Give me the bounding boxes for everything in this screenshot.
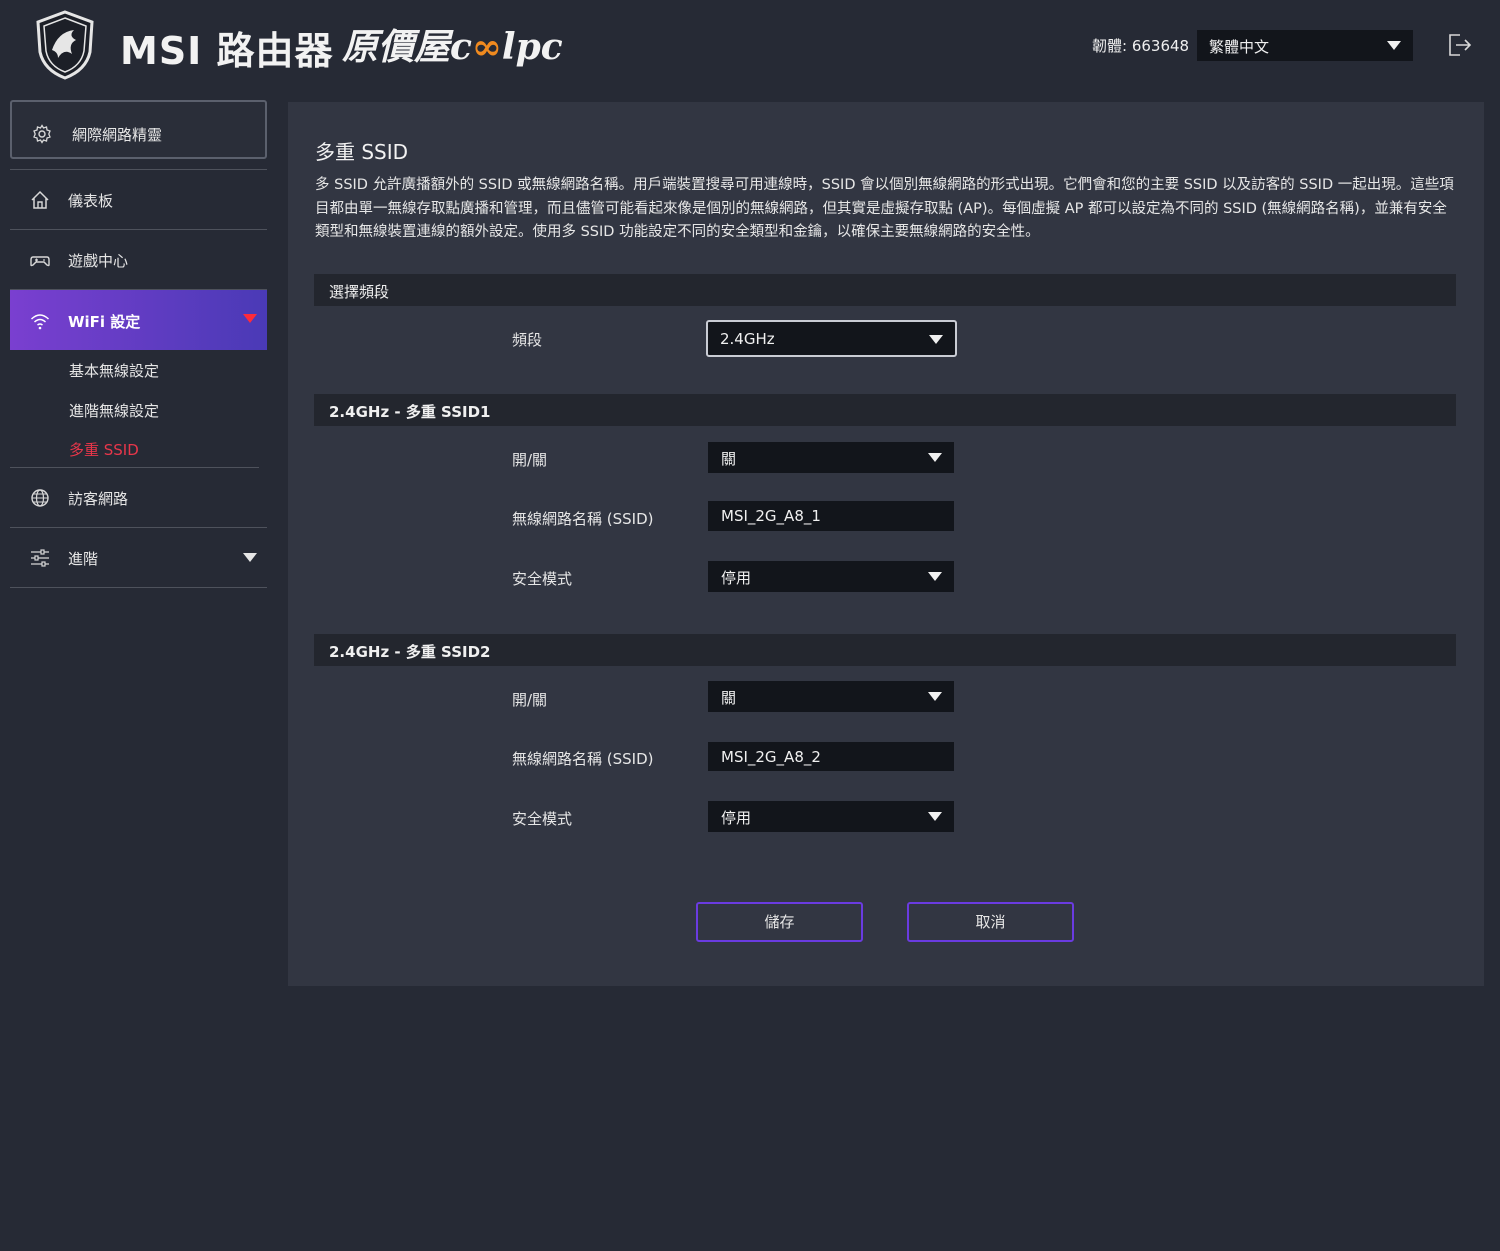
ssid2-security-select[interactable]: 停用: [708, 801, 954, 832]
subitem-advanced-wireless[interactable]: 進階無線設定: [69, 400, 159, 421]
page-title: 多重 SSID: [315, 140, 409, 164]
ssid2-onoff-value: 關: [721, 689, 737, 707]
sidebar-item-game-center[interactable]: 遊戲中心: [10, 231, 267, 289]
app-title: MSI 路由器: [120, 29, 334, 73]
home-icon: [31, 190, 49, 209]
ssid1-name-input[interactable]: MSI_2G_A8_1: [708, 501, 954, 531]
chevron-down-icon: [928, 453, 942, 462]
ssid1-section-header: 2.4GHz - 多重 SSID1: [314, 394, 1456, 426]
save-button[interactable]: 儲存: [696, 902, 863, 942]
top-header: MSI 路由器 原價屋c∞lpc 韌體: 663648 繁體中文: [0, 0, 1500, 95]
page-description: 多 SSID 允許廣播額外的 SSID 或無線網路名稱。用戶端裝置搜尋可用連線時…: [315, 177, 1454, 240]
sliders-icon: [31, 549, 49, 567]
infinity-icon: ∞: [471, 26, 502, 68]
globe-icon: [31, 489, 49, 507]
sidebar-item-dashboard[interactable]: 儀表板: [10, 171, 267, 229]
main-panel: 多重 SSID 多 SSID 允許廣播額外的 SSID 或無線網路名稱。用戶端裝…: [288, 102, 1484, 986]
divider: [10, 229, 267, 230]
band-select[interactable]: 2.4GHz: [706, 320, 957, 357]
subitem-multi-ssid[interactable]: 多重 SSID: [69, 439, 139, 460]
ssid2-name-label: 無線網路名稱 (SSID): [512, 750, 654, 768]
chevron-down-icon: [1387, 41, 1401, 50]
band-section-header: 選擇頻段: [314, 274, 1456, 306]
language-select[interactable]: 繁體中文: [1197, 30, 1413, 61]
ssid2-security-label: 安全模式: [512, 810, 573, 828]
ssid2-onoff-label: 開/關: [512, 691, 548, 709]
sidebar-item-label: 遊戲中心: [68, 252, 129, 270]
chevron-down-icon: [928, 692, 942, 701]
ssid1-onoff-value: 關: [721, 450, 737, 468]
ssid2-security-value: 停用: [721, 809, 752, 827]
gamepad-icon: [30, 256, 50, 267]
divider: [10, 169, 267, 170]
band-label: 頻段: [512, 331, 543, 349]
internet-wizard-button[interactable]: 網際網路精靈: [10, 100, 267, 159]
sidebar-item-label: WiFi 設定: [68, 313, 141, 331]
ssid1-onoff-label: 開/關: [512, 451, 548, 469]
ssid1-security-value: 停用: [721, 569, 752, 587]
ssid1-onoff-select[interactable]: 關: [708, 442, 954, 473]
ssid1-name-label: 無線網路名稱 (SSID): [512, 510, 654, 528]
firmware-version: 韌體: 663648: [1092, 37, 1190, 55]
chevron-down-icon: [928, 572, 942, 581]
coolpc-watermark: 原價屋c∞lpc: [342, 18, 563, 70]
sidebar-item-label: 儀表板: [68, 192, 114, 210]
watermark-right: lpc: [501, 26, 563, 68]
ssid2-section-header: 2.4GHz - 多重 SSID2: [314, 634, 1456, 666]
divider: [10, 527, 267, 528]
subitem-basic-wireless[interactable]: 基本無線設定: [69, 360, 159, 381]
caret-down-icon: [243, 553, 257, 562]
chevron-down-icon: [929, 335, 943, 344]
cancel-button[interactable]: 取消: [907, 902, 1074, 942]
logout-icon[interactable]: [1446, 32, 1472, 58]
watermark-left: 原價屋c: [342, 26, 472, 68]
ssid2-onoff-select[interactable]: 關: [708, 681, 954, 712]
wifi-icon: [30, 314, 50, 330]
chevron-down-icon: [928, 812, 942, 821]
divider: [10, 467, 259, 468]
band-value: 2.4GHz: [720, 330, 775, 348]
caret-down-icon: [243, 314, 257, 323]
sidebar-item-advanced[interactable]: 進階: [10, 529, 267, 587]
ssid1-security-select[interactable]: 停用: [708, 561, 954, 592]
language-value: 繁體中文: [1209, 38, 1270, 56]
sidebar-item-label: 進階: [68, 550, 99, 568]
sidebar-item-wifi-settings[interactable]: WiFi 設定: [10, 290, 267, 350]
msi-dragon-shield-logo: [36, 10, 94, 80]
wizard-label: 網際網路精靈: [72, 126, 163, 144]
ssid1-security-label: 安全模式: [512, 570, 573, 588]
divider: [10, 587, 267, 588]
sidebar-item-guest-network[interactable]: 訪客網路: [10, 469, 267, 527]
ssid2-name-input[interactable]: MSI_2G_A8_2: [708, 742, 954, 771]
gear-icon: [33, 124, 51, 144]
sidebar-item-label: 訪客網路: [68, 490, 129, 508]
